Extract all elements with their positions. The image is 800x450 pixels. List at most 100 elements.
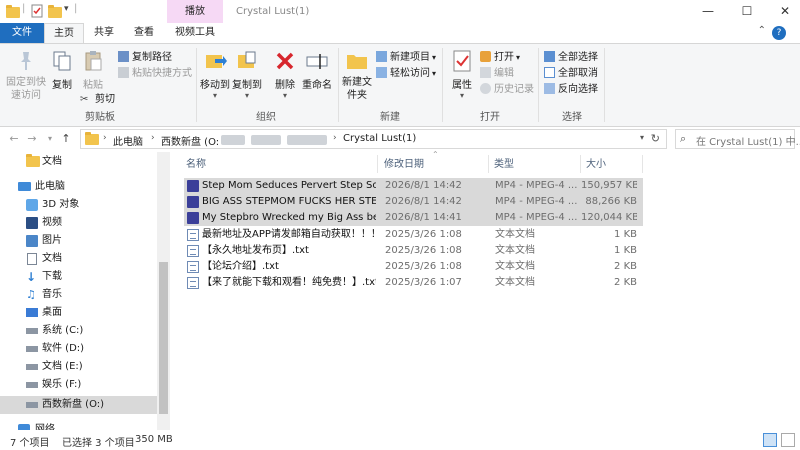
- address-dropdown-icon[interactable]: ▾: [640, 133, 644, 142]
- delete-icon: [273, 49, 297, 73]
- breadcrumb-this-pc[interactable]: 此电脑: [113, 133, 143, 148]
- new-item-button[interactable]: 新建项目 ▾: [376, 50, 436, 65]
- properties-quick-icon[interactable]: [30, 4, 44, 18]
- select-none-button[interactable]: 全部取消: [544, 66, 598, 81]
- paste-shortcut-button[interactable]: 粘贴快捷方式: [118, 66, 192, 81]
- breadcrumb-drive[interactable]: 西数新盘 (O:: [161, 133, 219, 148]
- nav-item-downloads[interactable]: ↓ 下载: [0, 268, 157, 286]
- column-header-name[interactable]: 名称: [186, 155, 206, 175]
- nav-item-3d-objects[interactable]: 3D 对象: [0, 196, 157, 214]
- close-button[interactable]: ✕: [762, 0, 800, 23]
- file-row[interactable]: BIG ASS STEPMOM FUCKS HER STEP... 2026/8…: [184, 194, 643, 210]
- recent-locations-button[interactable]: ▾: [42, 131, 58, 147]
- file-row[interactable]: 最新地址及APP请发邮箱自动获取！！！... 2025/3/26 1:08 文本…: [184, 227, 643, 243]
- edit-button[interactable]: 编辑: [480, 66, 514, 81]
- file-row[interactable]: 【来了就能下载和观看！纯免费！】.txt 2025/3/26 1:07 文本文档…: [184, 275, 643, 291]
- group-divider: [538, 48, 539, 122]
- tab-view[interactable]: 查看: [126, 23, 162, 43]
- group-divider: [338, 48, 339, 122]
- column-divider[interactable]: [580, 155, 581, 173]
- chevron-down-icon: ▾: [432, 69, 437, 78]
- file-type: 文本文档: [495, 261, 535, 272]
- large-icons-view-icon[interactable]: [781, 433, 795, 447]
- breadcrumb-separator[interactable]: ›: [103, 133, 107, 143]
- easy-access-button[interactable]: 轻松访问 ▾: [376, 66, 436, 81]
- properties-button[interactable]: 属性 ▾: [448, 49, 476, 100]
- nav-item-network[interactable]: 网络: [0, 421, 157, 430]
- nav-item-drive-o[interactable]: 西数新盘 (O:): [0, 396, 157, 414]
- column-header-type[interactable]: 类型: [494, 155, 514, 175]
- column-divider[interactable]: [377, 155, 378, 173]
- file-date: 2026/8/1 14:41: [385, 212, 462, 223]
- help-icon[interactable]: ?: [772, 26, 786, 40]
- forward-button[interactable]: →: [24, 131, 40, 147]
- open-button[interactable]: 打开 ▾: [480, 50, 520, 65]
- nav-item-documents[interactable]: 文档: [0, 250, 157, 268]
- refresh-icon[interactable]: ↻: [651, 132, 660, 145]
- paste-shortcut-label: 粘贴快捷方式: [132, 68, 192, 79]
- file-row[interactable]: 【永久地址发布页】.txt 2025/3/26 1:08 文本文档 1 KB: [184, 243, 643, 259]
- nav-item-documents-quick[interactable]: 文档: [0, 153, 157, 171]
- column-header-size[interactable]: 大小: [586, 155, 606, 175]
- new-folder-label: 新建文件夹: [342, 77, 372, 101]
- column-divider[interactable]: [488, 155, 489, 173]
- new-folder-button[interactable]: 新建文件夹: [342, 49, 372, 102]
- paste-button[interactable]: 粘贴: [78, 49, 108, 91]
- breadcrumb-current-folder[interactable]: Crystal Lust(1): [343, 133, 416, 144]
- nav-item-drive-f[interactable]: 娱乐 (F:): [0, 376, 157, 394]
- select-all-icon: [544, 51, 555, 62]
- nav-item-drive-d[interactable]: 软件 (D:): [0, 340, 157, 358]
- nav-item-music[interactable]: ♫ 音乐: [0, 286, 157, 304]
- cut-button[interactable]: ✂ 剪切: [80, 92, 115, 107]
- group-divider: [442, 48, 443, 122]
- nav-label: 此电脑: [35, 181, 65, 192]
- chevron-down-icon: ▾: [432, 53, 437, 62]
- details-view-icon[interactable]: [763, 433, 777, 447]
- new-folder-icon: [345, 49, 369, 73]
- pin-to-quick-access-button[interactable]: 固定到快速访问: [4, 49, 48, 102]
- tab-video-tools[interactable]: 视频工具: [167, 23, 223, 43]
- back-button[interactable]: ←: [6, 131, 22, 147]
- column-header-date[interactable]: 修改日期: [384, 155, 424, 175]
- copy-path-button[interactable]: 复制路径: [118, 50, 172, 65]
- rename-label: 重命名: [302, 80, 332, 91]
- history-button[interactable]: 历史记录: [480, 82, 534, 97]
- move-to-button[interactable]: 移动到 ▾: [200, 49, 230, 100]
- breadcrumb-separator[interactable]: ›: [333, 133, 337, 143]
- address-bar[interactable]: › 此电脑 › 西数新盘 (O: › Crystal Lust(1) ▾ ↻: [80, 129, 667, 149]
- tab-file[interactable]: 文件: [0, 23, 44, 43]
- nav-item-pictures[interactable]: 图片: [0, 232, 157, 250]
- properties-icon: [450, 49, 474, 73]
- chevron-down-icon: ▾: [244, 91, 249, 100]
- file-row[interactable]: 【论坛介绍】.txt 2025/3/26 1:08 文本文档 2 KB: [184, 259, 643, 275]
- file-row[interactable]: Step Mom Seduces Pervert Step Son... 202…: [184, 178, 643, 194]
- new-item-icon: [376, 51, 387, 62]
- copy-to-button[interactable]: 复制到 ▾: [232, 49, 262, 100]
- customize-quick-access-icon[interactable]: ▾: [64, 4, 69, 14]
- chevron-down-icon: ▾: [516, 53, 521, 62]
- nav-item-desktop[interactable]: 桌面: [0, 304, 157, 322]
- file-size: 150,957 KB: [581, 180, 637, 191]
- folder-icon: [6, 4, 20, 18]
- column-divider[interactable]: [642, 155, 643, 173]
- nav-item-drive-e[interactable]: 文档 (E:): [0, 358, 157, 376]
- nav-item-drive-c[interactable]: 系统 (C:): [0, 322, 157, 340]
- invert-selection-button[interactable]: 反向选择: [544, 82, 598, 97]
- nav-item-this-pc[interactable]: 此电脑: [0, 178, 157, 196]
- file-row[interactable]: My Stepbro Wrecked my Big Ass bef... 202…: [184, 210, 643, 226]
- collapse-ribbon-icon[interactable]: ⌃: [758, 25, 766, 36]
- nav-scrollbar-thumb[interactable]: [159, 262, 168, 414]
- tab-home[interactable]: 主页: [44, 23, 84, 43]
- breadcrumb-separator[interactable]: ›: [151, 133, 155, 143]
- tab-share[interactable]: 共享: [86, 23, 122, 43]
- up-button[interactable]: ↑: [58, 131, 74, 147]
- folder-icon: [26, 154, 40, 168]
- new-folder-quick-icon[interactable]: [48, 4, 62, 18]
- search-box[interactable]: ⌕ 在 Crystal Lust(1) 中...: [675, 129, 800, 149]
- copy-button[interactable]: 复制: [48, 49, 76, 91]
- rename-button[interactable]: 重命名: [300, 49, 334, 91]
- edit-label: 编辑: [494, 68, 514, 79]
- select-all-button[interactable]: 全部选择: [544, 50, 598, 65]
- nav-item-videos[interactable]: 视频: [0, 214, 157, 232]
- delete-button[interactable]: 删除 ▾: [272, 49, 298, 100]
